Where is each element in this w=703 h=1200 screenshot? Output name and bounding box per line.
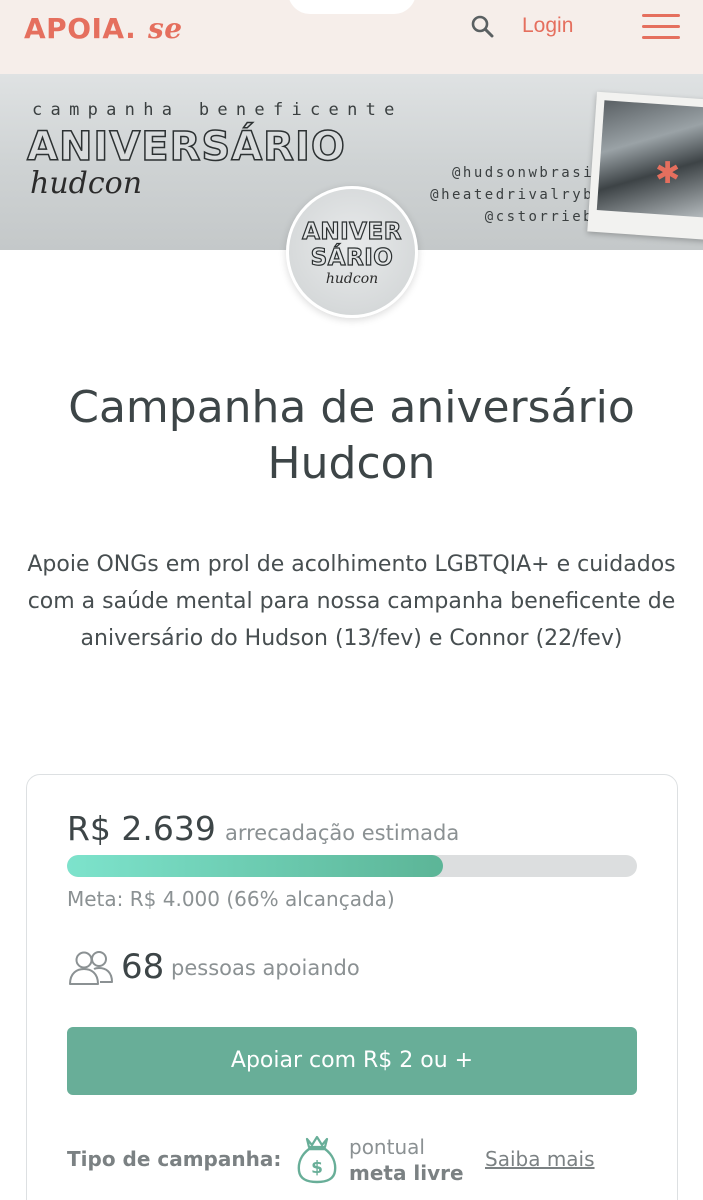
top-header: APOIA. se Login <box>0 0 703 74</box>
saiba-mais-link[interactable]: Saiba mais <box>485 1147 595 1171</box>
handle-1: @hudsonwbrasil <box>451 165 605 181</box>
logo-text-main: APOIA. <box>24 12 137 45</box>
support-button[interactable]: Apoiar com R$ 2 ou + <box>67 1027 637 1095</box>
progress-bar <box>67 855 637 877</box>
supporters-count: 68 <box>121 947 165 987</box>
polaroid-photo <box>587 91 703 241</box>
banner-handles: @hudsonwbrasil @heatedrivalrybr @cstorri… <box>405 162 605 228</box>
page-title: Campanha de aniversário Hudcon <box>68 382 635 489</box>
amount-row: R$ 2.639 arrecadação estimada <box>67 809 459 848</box>
goal-text: Meta: R$ 4.000 (66% alcançada) <box>67 887 395 911</box>
campaign-type-line1: pontual <box>349 1135 425 1159</box>
banner-title: ANIVERSÁRIO <box>26 123 346 171</box>
people-icon <box>69 951 113 985</box>
login-link[interactable]: Login <box>522 14 573 38</box>
hamburger-menu-icon[interactable] <box>642 13 680 41</box>
logo-text-se: se <box>148 12 183 45</box>
campaign-avatar: ANIVER SÁRIO hudcon <box>286 186 418 318</box>
svg-text:$: $ <box>311 1158 323 1178</box>
amount-label: arrecadação estimada <box>224 821 460 845</box>
search-icon[interactable] <box>470 14 494 38</box>
handle-3: @cstorriebr <box>484 209 605 225</box>
photo-image <box>596 100 703 218</box>
progress-fill <box>67 855 444 877</box>
avatar-script-text: hudcon <box>325 271 379 287</box>
campaign-description: Apoie ONGs em prol de acolhimento LGBTQI… <box>27 552 676 651</box>
campaign-type-label: Tipo de campanha: <box>67 1147 282 1171</box>
avatar-text-line2: SÁRIO <box>310 244 394 271</box>
star-icon: ✱ <box>655 156 681 191</box>
supporters-label: pessoas apoiando <box>171 956 360 980</box>
campaign-type-row: Tipo de campanha: $ pontual meta livre S… <box>67 1131 647 1187</box>
apoiase-logo[interactable]: APOIA. se <box>24 6 204 46</box>
header-notch <box>288 0 416 14</box>
banner-tagline: campanha beneficente <box>32 100 403 120</box>
amount-raised: R$ 2.639 <box>67 809 216 848</box>
banner-script-text: hudcon <box>30 166 143 201</box>
funding-card: R$ 2.639 arrecadação estimada Meta: R$ 4… <box>26 774 678 1200</box>
handle-2: @heatedrivalrybr <box>430 187 605 203</box>
campaign-type-line2: meta livre <box>349 1161 464 1185</box>
money-bag-icon: $ <box>297 1135 337 1184</box>
avatar-text-line1: ANIVER <box>301 218 402 245</box>
